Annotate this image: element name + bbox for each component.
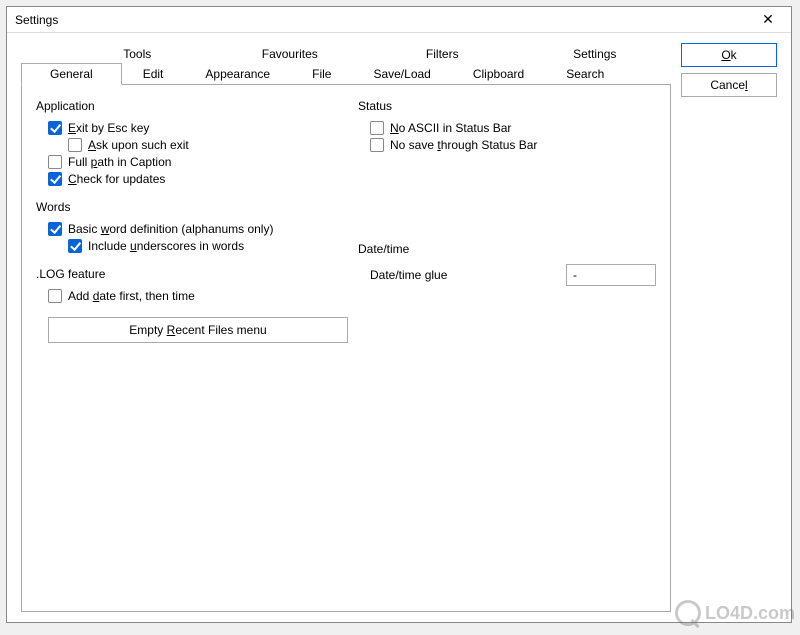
- content: Tools Favourites Filters Settings Genera…: [7, 33, 791, 622]
- tab-filters[interactable]: Filters: [366, 43, 519, 64]
- settings-window: Settings ✕ Tools Favourites Filters Sett…: [6, 6, 792, 623]
- side-buttons: Ok Cancel: [681, 43, 777, 612]
- tab-file[interactable]: File: [291, 63, 352, 85]
- checkbox-label: Full path in Caption: [68, 155, 171, 169]
- checkbox-icon: [48, 222, 62, 236]
- checkbox-label: No ASCII in Status Bar: [390, 121, 511, 135]
- group-application-title: Application: [36, 99, 348, 113]
- checkbox-icon: [48, 121, 62, 135]
- tabs-top-row: Tools Favourites Filters Settings: [21, 43, 671, 64]
- window-title: Settings: [15, 13, 58, 27]
- spacer: [358, 166, 656, 238]
- checkbox-icon: [68, 138, 82, 152]
- checkbox-full-path[interactable]: Full path in Caption: [48, 155, 348, 169]
- checkbox-exit-esc[interactable]: Exit by Esc key: [48, 121, 348, 135]
- group-application: Application Exit by Esc key Ask upon suc…: [36, 99, 348, 186]
- tab-edit[interactable]: Edit: [122, 63, 185, 85]
- checkbox-include-underscore[interactable]: Include underscores in words: [68, 239, 348, 253]
- main-area: Tools Favourites Filters Settings Genera…: [21, 43, 671, 612]
- tab-general[interactable]: General: [21, 63, 122, 85]
- checkbox-icon: [370, 121, 384, 135]
- left-column: Application Exit by Esc key Ask upon suc…: [36, 95, 348, 601]
- group-status-title: Status: [358, 99, 656, 113]
- checkbox-add-date-first[interactable]: Add date first, then time: [48, 289, 348, 303]
- checkbox-check-updates[interactable]: Check for updates: [48, 172, 348, 186]
- checkbox-label: No save through Status Bar: [390, 138, 537, 152]
- datetime-glue-input[interactable]: [566, 264, 656, 286]
- cancel-button[interactable]: Cancel: [681, 73, 777, 97]
- checkbox-ask-exit[interactable]: Ask upon such exit: [68, 138, 348, 152]
- tab-tools[interactable]: Tools: [61, 43, 214, 64]
- group-log: .LOG feature Add date first, then time: [36, 267, 348, 303]
- close-icon[interactable]: ✕: [753, 11, 783, 28]
- empty-recent-button[interactable]: Empty Recent Files menu: [48, 317, 348, 343]
- checkbox-label: Ask upon such exit: [88, 138, 189, 152]
- checkbox-no-ascii[interactable]: No ASCII in Status Bar: [370, 121, 656, 135]
- tab-panel-general: Application Exit by Esc key Ask upon suc…: [21, 84, 671, 612]
- group-words: Words Basic word definition (alphanums o…: [36, 200, 348, 253]
- tab-settings[interactable]: Settings: [519, 43, 672, 64]
- checkbox-icon: [48, 289, 62, 303]
- checkbox-label: Exit by Esc key: [68, 121, 149, 135]
- checkbox-no-save-status[interactable]: No save through Status Bar: [370, 138, 656, 152]
- group-log-title: .LOG feature: [36, 267, 348, 281]
- watermark: LO4D.com: [675, 600, 795, 626]
- tab-saveload[interactable]: Save/Load: [352, 63, 451, 85]
- titlebar: Settings ✕: [7, 7, 791, 33]
- tab-search[interactable]: Search: [545, 63, 625, 85]
- magnifier-icon: [675, 600, 701, 626]
- group-datetime-title: Date/time: [358, 242, 656, 256]
- checkbox-label: Include underscores in words: [88, 239, 244, 253]
- checkbox-icon: [48, 155, 62, 169]
- checkbox-icon: [48, 172, 62, 186]
- group-datetime: Date/time Date/time glue: [358, 242, 656, 286]
- watermark-text: LO4D.com: [705, 603, 795, 624]
- checkbox-label: Basic word definition (alphanums only): [68, 222, 273, 236]
- ok-button[interactable]: Ok: [681, 43, 777, 67]
- right-column: Status No ASCII in Status Bar No save th…: [358, 95, 656, 601]
- checkbox-icon: [370, 138, 384, 152]
- checkbox-label: Add date first, then time: [68, 289, 195, 303]
- group-words-title: Words: [36, 200, 348, 214]
- tab-clipboard[interactable]: Clipboard: [452, 63, 545, 85]
- checkbox-icon: [68, 239, 82, 253]
- datetime-glue-label: Date/time glue: [370, 268, 447, 282]
- checkbox-label: Check for updates: [68, 172, 165, 186]
- tab-appearance[interactable]: Appearance: [184, 63, 291, 85]
- tab-favourites[interactable]: Favourites: [214, 43, 367, 64]
- datetime-glue-row: Date/time glue: [370, 264, 656, 286]
- tabs-bottom-row: General Edit Appearance File Save/Load C…: [21, 63, 671, 85]
- checkbox-basic-word[interactable]: Basic word definition (alphanums only): [48, 222, 348, 236]
- group-status: Status No ASCII in Status Bar No save th…: [358, 99, 656, 152]
